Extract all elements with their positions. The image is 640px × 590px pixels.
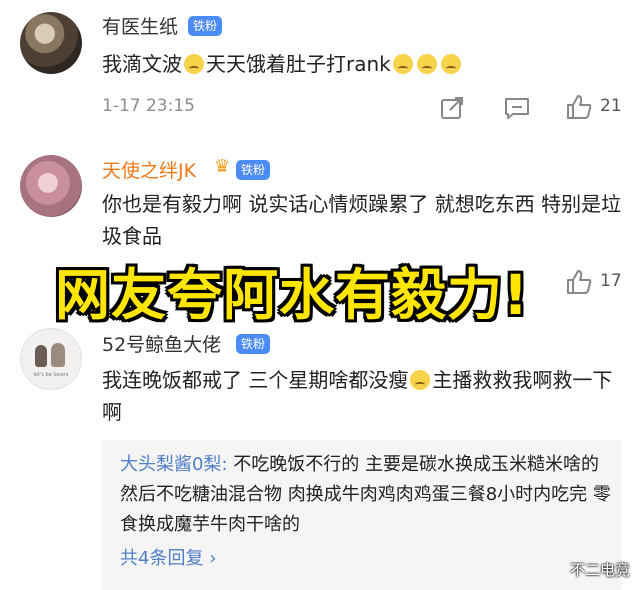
username-3[interactable]: 52号鲸鱼大佬 (102, 330, 221, 357)
reply-text: 大头梨酱0梨: 不吃晚饭不行的 主要是碳水换成玉米糙米啥的 然后不吃糖油混合物 … (120, 454, 611, 535)
emoji-icon (392, 54, 413, 74)
emoji-icon (440, 54, 461, 74)
view-replies-link[interactable]: 共4条回复 › (120, 544, 216, 570)
vip-crown-icon: ♛ (214, 156, 231, 177)
comment-icon[interactable] (503, 96, 531, 120)
username-2[interactable]: 天使之绊JK (102, 156, 196, 183)
comment-text-3: 我连晚饭都戒了 三个星期啥都没瘦 主播救救我啊救一下啊 (102, 368, 613, 424)
watermark: 不二电竞 (569, 561, 630, 579)
overlay-caption: 网友夸阿水有毅力! (55, 263, 530, 327)
username-1[interactable]: 有医生纸 (102, 12, 178, 39)
comment-timestamp-1: 1-17 23:15 (102, 96, 195, 116)
emoji-icon (416, 54, 437, 74)
fan-badge-1: 铁粉 (188, 16, 223, 36)
like-icon[interactable] (565, 268, 593, 296)
fan-badge-2: 铁粉 (236, 160, 271, 180)
user-avatar-3[interactable]: let's be lovers (20, 328, 82, 390)
share-icon[interactable] (440, 96, 466, 120)
user-avatar-2[interactable] (20, 155, 82, 217)
avatar-caption: let's be lovers (33, 372, 69, 378)
like-count-2: 17 (600, 271, 622, 291)
user-avatar-1[interactable] (20, 12, 82, 74)
reply-preview[interactable]: 大头梨酱0梨: 不吃晚饭不行的 主要是碳水换成玉米糙米啥的 然后不吃糖油混合物 … (102, 440, 622, 590)
fan-badge-3: 铁粉 (236, 334, 271, 354)
comment-text-1: 我滴文波 天天饿着肚子打rank (102, 48, 463, 80)
emoji-icon (410, 370, 431, 390)
chevron-right-icon: › (209, 548, 217, 569)
like-count-1: 21 (600, 96, 622, 116)
reply-author[interactable]: 大头梨酱0梨: (120, 454, 228, 475)
comment-text-2: 你也是有毅力啊 说实话心情烦躁累了 就想吃东西 特别是垃圾食品 (102, 192, 622, 248)
emoji-icon (184, 54, 204, 74)
like-icon[interactable] (565, 93, 593, 121)
